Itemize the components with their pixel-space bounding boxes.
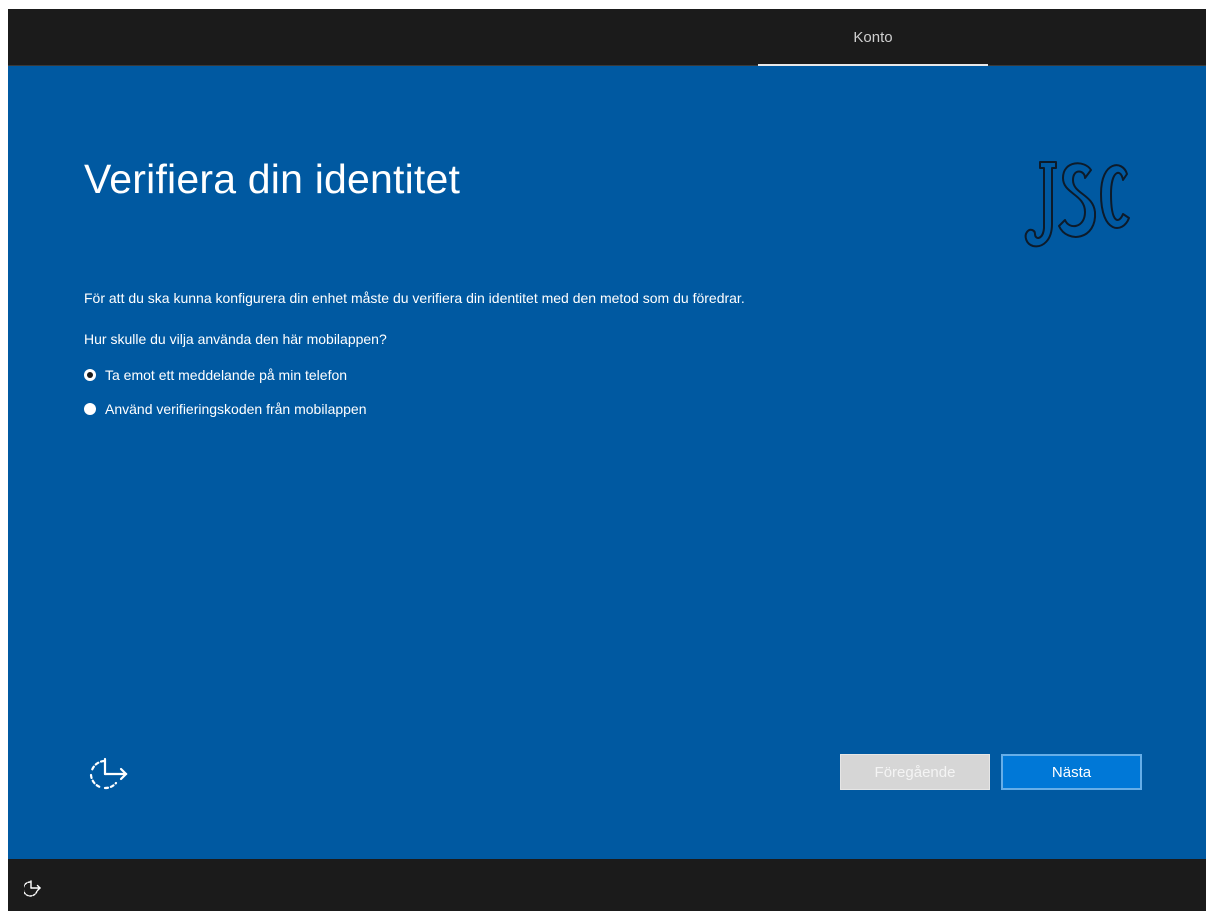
previous-button: Föregående (840, 754, 990, 790)
tab-konto: Konto (758, 9, 988, 66)
top-bar: Konto (8, 9, 1206, 66)
page-title: Verifiera din identitet (84, 156, 461, 202)
question-text: Hur skulle du vilja använda den här mobi… (84, 331, 387, 347)
next-button-label: Nästa (1051, 763, 1092, 781)
description-text: För att du ska kunna konfigurera din enh… (84, 290, 745, 306)
bottom-bar (8, 859, 1206, 911)
ease-of-access-icon[interactable] (88, 756, 134, 796)
option-notification-label: Ta emot ett meddelande på min telefon (105, 367, 348, 383)
oobe-window: Konto Verifiera din identitet För att du… (8, 9, 1206, 911)
tab-label: Konto (853, 28, 893, 46)
radio-verification-code[interactable] (84, 403, 96, 415)
previous-button-label: Föregående (874, 763, 956, 781)
option-notification[interactable]: Ta emot ett meddelande på min telefon (84, 367, 347, 383)
option-verification-code-label: Använd verifieringskoden från mobilappen (105, 401, 367, 417)
next-button[interactable]: Nästa (1001, 754, 1142, 790)
main-panel: Verifiera din identitet För att du ska k… (8, 66, 1206, 859)
option-verification-code[interactable]: Använd verifieringskoden från mobilappen (84, 401, 367, 417)
ease-of-access-small-icon[interactable] (24, 879, 42, 897)
organization-logo (1024, 161, 1130, 248)
radio-notification[interactable] (84, 369, 96, 381)
